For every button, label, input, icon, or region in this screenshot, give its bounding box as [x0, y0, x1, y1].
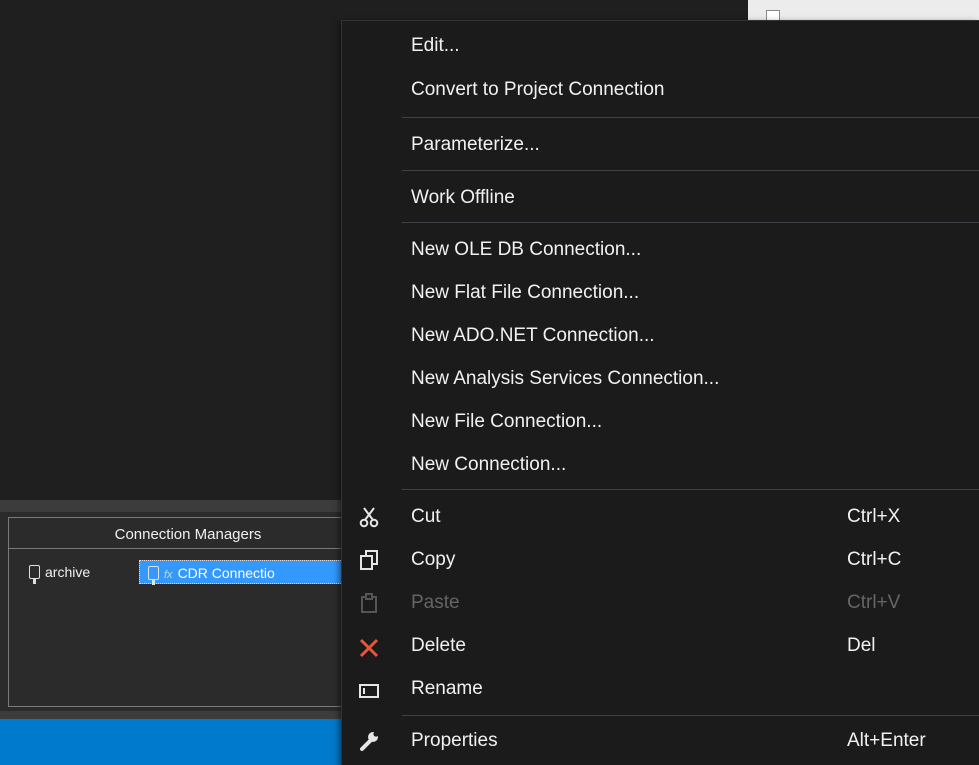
menu-item-shortcut: Ctrl+C [847, 549, 902, 570]
menu-item-shortcut: Ctrl+X [847, 506, 901, 527]
scissors-icon [359, 507, 379, 528]
menu-item-label: Cut [411, 506, 441, 527]
menu-item-label: Properties [411, 730, 498, 751]
menu-separator [402, 117, 979, 118]
menu-item-shortcut: Ctrl+V [847, 592, 901, 613]
menu-item-label: Work Offline [411, 187, 515, 208]
menu-item-label: New File Connection... [411, 411, 603, 432]
menu-item-new-oledb[interactable]: New OLE DB Connection... [342, 239, 979, 267]
menu-item-label: New Flat File Connection... [411, 282, 640, 303]
menu-item-label: Delete [411, 635, 466, 656]
menu-item-new-flat-file[interactable]: New Flat File Connection... [342, 282, 979, 310]
menu-item-new-connection[interactable]: New Connection... [342, 454, 979, 482]
menu-item-properties[interactable]: Properties Alt+Enter [342, 730, 979, 758]
menu-item-delete[interactable]: Delete Del [342, 635, 979, 663]
connection-item-label: archive [45, 564, 91, 580]
menu-item-label: Convert to Project Connection [411, 79, 665, 100]
menu-item-label: New OLE DB Connection... [411, 239, 642, 260]
delete-x-icon [359, 638, 379, 658]
menu-separator [402, 170, 979, 171]
menu-item-label: Parameterize... [411, 134, 540, 155]
connection-managers-header: Connection Managers [9, 518, 367, 549]
menu-item-convert-to-project[interactable]: Convert to Project Connection [342, 79, 979, 107]
menu-item-label: Copy [411, 549, 456, 570]
context-menu: Edit... Convert to Project Connection Pa… [341, 20, 979, 765]
menu-item-cut[interactable]: Cut Ctrl+X [342, 506, 979, 534]
menu-item-shortcut: Alt+Enter [847, 730, 926, 751]
menu-separator [402, 715, 979, 716]
menu-separator [402, 222, 979, 223]
connection-item-label: CDR Connectio [177, 565, 275, 581]
connection-icon [148, 566, 159, 585]
menu-item-label: Rename [411, 678, 483, 699]
connection-icon [29, 565, 40, 584]
menu-item-new-file[interactable]: New File Connection... [342, 411, 979, 439]
menu-item-parameterize[interactable]: Parameterize... [342, 134, 979, 162]
expression-fx-icon: fx [164, 569, 173, 581]
copy-icon [360, 550, 378, 570]
rename-icon [359, 684, 379, 698]
menu-separator [402, 489, 979, 490]
menu-item-edit[interactable]: Edit... [342, 35, 979, 63]
menu-item-label: New Connection... [411, 454, 567, 475]
menu-item-label: Edit... [411, 35, 460, 56]
menu-item-label: New ADO.NET Connection... [411, 325, 655, 346]
menu-item-label: Paste [411, 592, 460, 613]
menu-item-copy[interactable]: Copy Ctrl+C [342, 549, 979, 577]
wrench-icon [360, 731, 379, 751]
menu-item-new-adonet[interactable]: New ADO.NET Connection... [342, 325, 979, 353]
menu-item-rename[interactable]: Rename [342, 678, 979, 706]
menu-item-paste: Paste Ctrl+V [342, 592, 979, 620]
menu-item-label: New Analysis Services Connection... [411, 368, 720, 389]
menu-item-shortcut: Del [847, 635, 876, 656]
connection-managers-panel: Connection Managers archive fx CDR Connec… [8, 517, 379, 707]
connection-item-archive[interactable]: archive [29, 560, 90, 584]
menu-item-work-offline[interactable]: Work Offline [342, 187, 979, 215]
menu-item-new-analysis-services[interactable]: New Analysis Services Connection... [342, 368, 979, 396]
paste-icon [361, 593, 377, 613]
